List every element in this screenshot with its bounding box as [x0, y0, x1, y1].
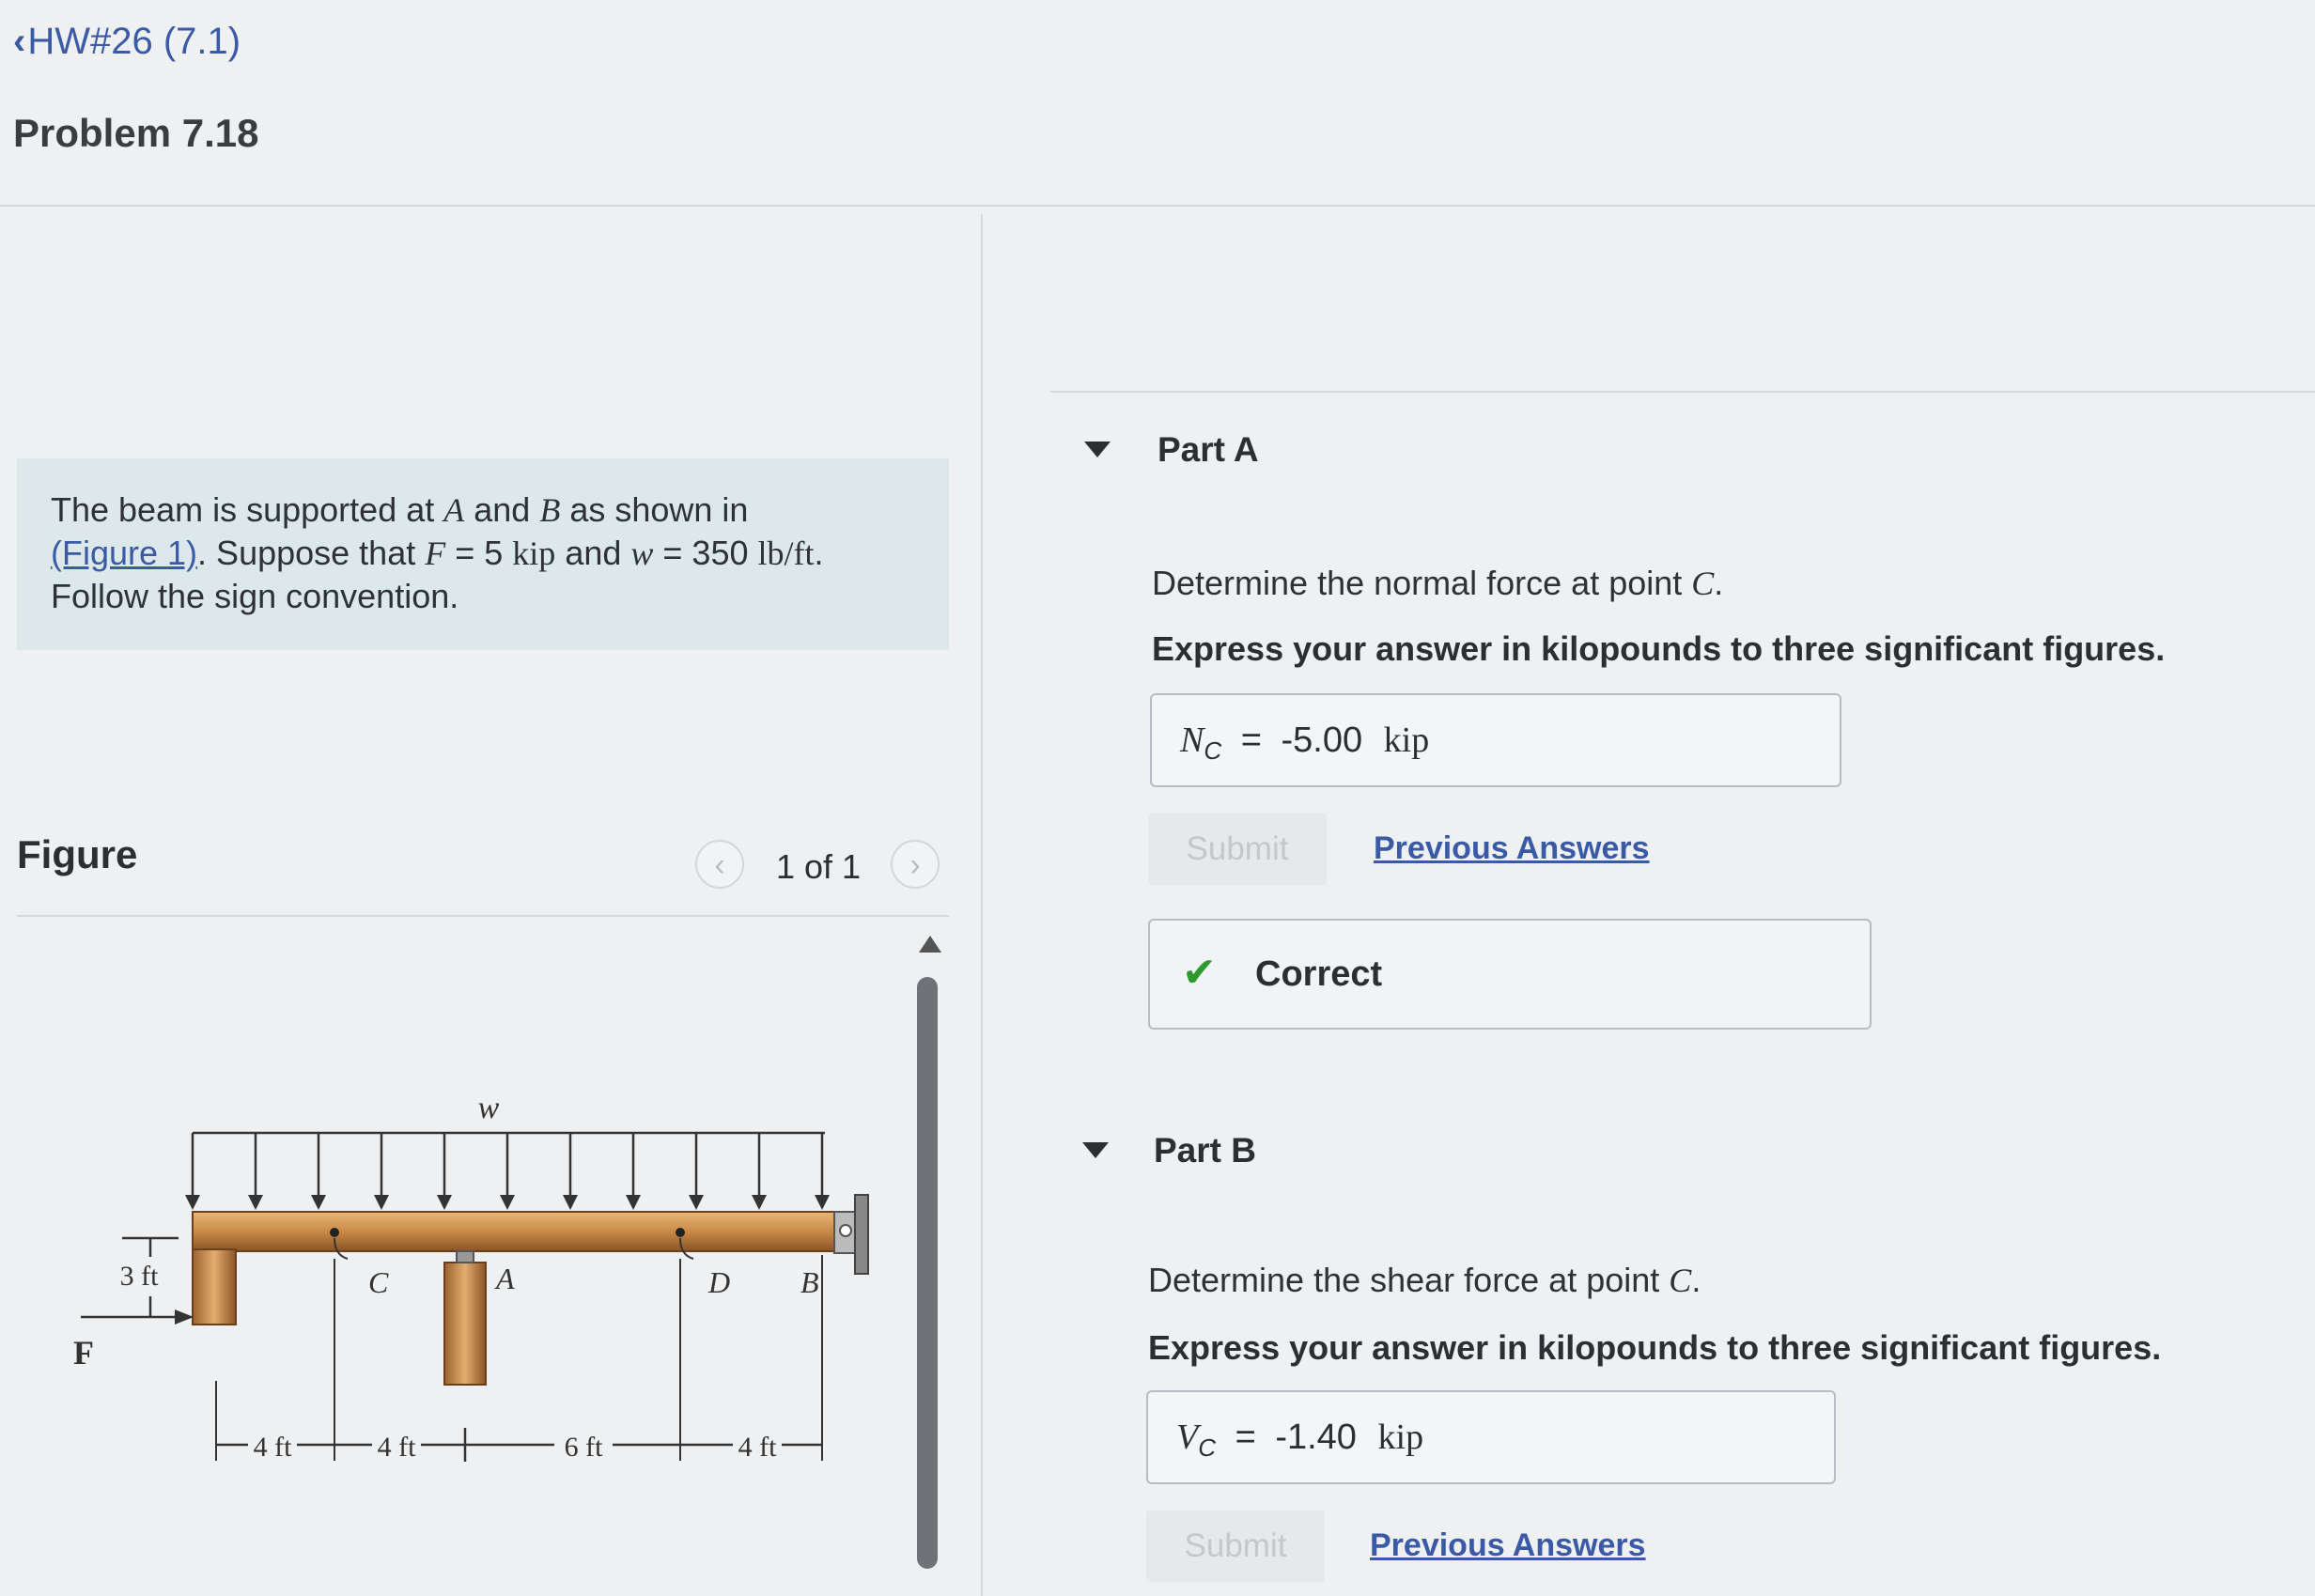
- part-a-feedback: ✔ Correct: [1148, 919, 1872, 1030]
- statement-line-1: The beam is supported at A and B as show…: [51, 490, 749, 529]
- part-a-submit-button[interactable]: Submit: [1148, 813, 1327, 885]
- beam-figure: w 3 ft F C A D B 4 ft 4 ft 6 ft 4 ft: [73, 1091, 869, 1463]
- figure-prev-button[interactable]: ‹: [695, 840, 744, 889]
- part-divider: [1050, 391, 2315, 393]
- back-link[interactable]: ‹HW#26 (7.1): [13, 21, 241, 63]
- part-b-instruction: Express your answer in kilopounds to thr…: [1148, 1328, 2162, 1367]
- label-dim-2: 4 ft: [378, 1432, 416, 1463]
- figure-heading: Figure: [17, 832, 138, 876]
- chevron-right-icon: ›: [909, 847, 921, 883]
- label-a: A: [494, 1262, 515, 1295]
- part-b-previous-answers-link[interactable]: Previous Answers: [1370, 1527, 1646, 1564]
- part-b-answer-field[interactable]: VC = -1.40 kip: [1146, 1390, 1836, 1484]
- label-dim-3: 6 ft: [565, 1432, 603, 1463]
- problem-title: Problem 7.18: [13, 111, 259, 155]
- label-3ft: 3 ft: [120, 1261, 159, 1292]
- label-dim-4: 4 ft: [738, 1432, 777, 1463]
- label-d: D: [707, 1265, 730, 1299]
- panel-divider: [981, 214, 983, 1596]
- part-a-question: Determine the normal force at point C.: [1152, 564, 1724, 602]
- label-c: C: [368, 1265, 389, 1299]
- part-a-answer-value: -5.00: [1281, 721, 1363, 760]
- back-link-label: HW#26 (7.1): [27, 21, 241, 62]
- part-b-title[interactable]: Part B: [1154, 1131, 1256, 1170]
- figure-count: 1 of 1: [776, 847, 862, 886]
- figure-next-button[interactable]: ›: [891, 840, 940, 889]
- chevron-left-icon: ‹: [13, 21, 26, 62]
- part-a-instruction: Express your answer in kilopounds to thr…: [1152, 629, 2166, 668]
- figure-link[interactable]: (Figure 1): [51, 534, 197, 572]
- part-a-answer-field[interactable]: NC = -5.00 kip: [1150, 693, 1841, 787]
- label-f: F: [73, 1334, 94, 1371]
- part-b-question: Determine the shear force at point C.: [1148, 1261, 1701, 1299]
- dimension-line: [216, 1428, 822, 1462]
- figure-divider: [17, 915, 949, 917]
- distributed-load: [185, 1131, 830, 1210]
- chevron-left-icon: ‹: [714, 847, 725, 883]
- scrollbar-thumb[interactable]: [917, 977, 938, 1569]
- checkmark-icon: ✔: [1182, 950, 1217, 996]
- label-w: w: [478, 1091, 500, 1125]
- problem-statement: The beam is supported at A and B as show…: [17, 458, 949, 650]
- part-a-title[interactable]: Part A: [1158, 430, 1259, 470]
- part-b-collapse-icon[interactable]: [1082, 1142, 1109, 1158]
- statement-line-3: Follow the sign convention.: [51, 577, 459, 615]
- label-dim-1: 4 ft: [254, 1432, 292, 1463]
- header-divider: [0, 205, 2315, 207]
- scroll-up-arrow-icon[interactable]: [919, 936, 941, 953]
- part-a-previous-answers-link[interactable]: Previous Answers: [1374, 830, 1650, 867]
- beam: [192, 1211, 842, 1252]
- part-b-answer-value: -1.40: [1275, 1418, 1357, 1457]
- label-b: B: [800, 1265, 819, 1299]
- left-post: [192, 1248, 237, 1325]
- support-a-post: [443, 1262, 487, 1386]
- support-b-pin: [833, 1194, 869, 1275]
- part-a-collapse-icon[interactable]: [1084, 442, 1111, 457]
- part-b-submit-button[interactable]: Submit: [1146, 1511, 1325, 1582]
- statement-line-2: (Figure 1). Suppose that F = 5 kip and w…: [51, 534, 824, 572]
